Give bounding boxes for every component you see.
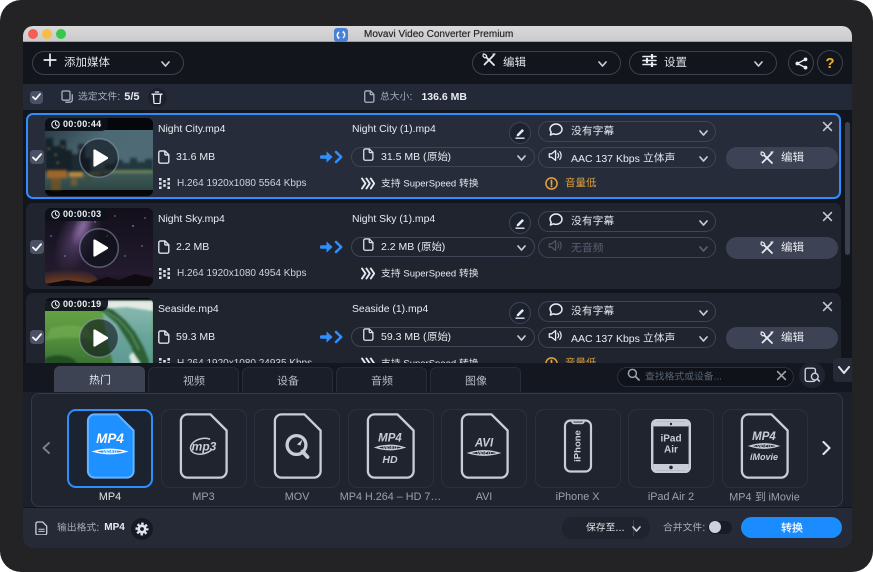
svg-text:mp3: mp3 <box>192 440 217 454</box>
svg-text:MP4: MP4 <box>752 431 776 443</box>
svg-text:HD: HD <box>382 454 398 466</box>
svg-text:iPhone: iPhone <box>572 430 583 462</box>
svg-text:VIDEO: VIDEO <box>757 444 772 449</box>
svg-text:VIDEO: VIDEO <box>383 445 398 450</box>
svg-text:MP4: MP4 <box>96 431 124 446</box>
svg-text:MP4: MP4 <box>378 433 402 445</box>
svg-text:iPad: iPad <box>660 434 681 445</box>
svg-text:iMovie: iMovie <box>750 452 778 462</box>
svg-text:Air: Air <box>664 445 678 456</box>
svg-text:VIDEO: VIDEO <box>476 451 491 456</box>
svg-text:AVI: AVI <box>473 438 493 450</box>
svg-text:VIDEO: VIDEO <box>102 449 117 454</box>
